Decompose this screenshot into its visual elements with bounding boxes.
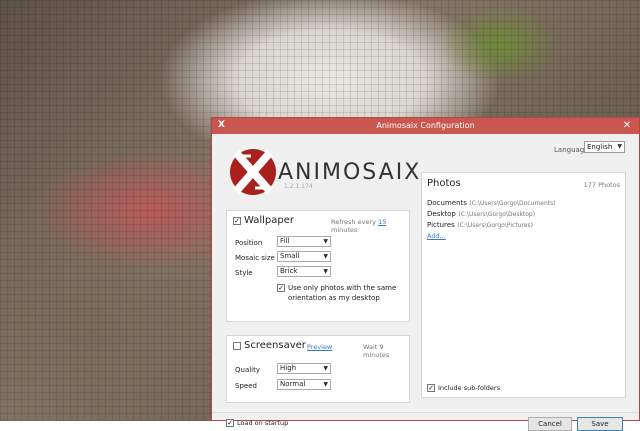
folder-path: (C:\Users\Gorgo\Pictures) bbox=[457, 222, 533, 229]
config-window: X Animosaix Configuration ✕ Language Eng… bbox=[211, 117, 640, 431]
refresh-suffix: minutes bbox=[331, 226, 358, 234]
wait-value[interactable]: 9 bbox=[379, 343, 383, 351]
position-label: Position bbox=[235, 239, 263, 247]
window-content: Language English ▼ ANIMOSAIX 1.2.1.174 ✓… bbox=[212, 134, 639, 431]
photos-count: 177 Photos bbox=[583, 181, 620, 189]
refresh-value-link[interactable]: 15 bbox=[378, 218, 386, 226]
orientation-label-line2: orientation as my desktop bbox=[288, 294, 380, 302]
animosaix-logo-icon bbox=[230, 149, 276, 195]
wait-interval: Wait 9 minutes bbox=[363, 343, 409, 359]
subfolders-checkbox[interactable]: ✓ bbox=[427, 384, 435, 392]
load-on-startup-checkbox[interactable]: ✓ bbox=[226, 419, 234, 427]
save-button[interactable]: Save bbox=[577, 417, 623, 431]
quality-select[interactable]: High ▼ bbox=[277, 363, 331, 374]
chevron-down-icon: ▼ bbox=[323, 268, 328, 275]
logo-wordmark: ANIMOSAIX bbox=[278, 160, 422, 185]
chevron-down-icon: ▼ bbox=[323, 238, 328, 245]
refresh-interval: Refresh every 15 minutes bbox=[331, 218, 409, 234]
photos-title: Photos bbox=[427, 178, 461, 189]
folder-path: (C:\Users\Gorgo\Desktop) bbox=[458, 211, 536, 218]
folder-name: Documents bbox=[427, 199, 467, 207]
footer-divider bbox=[212, 412, 639, 413]
style-select[interactable]: Brick ▼ bbox=[277, 266, 331, 277]
screensaver-title: Screensaver bbox=[244, 340, 306, 351]
folder-item[interactable]: Desktop (C:\Users\Gorgo\Desktop) bbox=[427, 209, 556, 220]
chevron-down-icon: ▼ bbox=[323, 365, 328, 372]
speed-label: Speed bbox=[235, 382, 257, 390]
wait-prefix: Wait bbox=[363, 343, 378, 351]
quality-label: Quality bbox=[235, 366, 261, 374]
folder-path: (C:\Users\Gorgo\Documents) bbox=[469, 200, 556, 207]
add-folder-link[interactable]: Add... bbox=[427, 232, 446, 240]
folder-list: Documents (C:\Users\Gorgo\Documents) Des… bbox=[427, 198, 556, 240]
orientation-label-line1: Use only photos with the same bbox=[288, 284, 397, 292]
chevron-down-icon: ▼ bbox=[617, 143, 622, 150]
folder-name: Desktop bbox=[427, 210, 456, 218]
load-on-startup-label: Load on startup bbox=[237, 419, 289, 427]
mosaic-size-label: Mosaic size bbox=[235, 254, 275, 262]
quality-value: High bbox=[280, 364, 297, 372]
position-select[interactable]: Fill ▼ bbox=[277, 236, 331, 247]
position-value: Fill bbox=[280, 237, 290, 245]
speed-select[interactable]: Normal ▼ bbox=[277, 379, 331, 390]
title-bar[interactable]: X Animosaix Configuration ✕ bbox=[212, 118, 639, 134]
wallpaper-checkbox[interactable]: ✓ bbox=[233, 217, 241, 225]
mosaic-size-value: Small bbox=[280, 252, 300, 260]
style-value: Brick bbox=[280, 267, 298, 275]
language-value: English bbox=[587, 143, 613, 151]
chevron-down-icon: ▼ bbox=[323, 381, 328, 388]
screensaver-panel: Screensaver Preview Wait 9 minutes Quali… bbox=[226, 335, 410, 403]
speed-value: Normal bbox=[280, 380, 306, 388]
style-label: Style bbox=[235, 269, 253, 277]
cancel-button[interactable]: Cancel bbox=[528, 417, 572, 431]
refresh-prefix: Refresh every bbox=[331, 218, 376, 226]
subfolders-label: Include sub-folders bbox=[438, 384, 500, 392]
chevron-down-icon: ▼ bbox=[323, 253, 328, 260]
folder-name: Pictures bbox=[427, 221, 455, 229]
version-label: 1.2.1.174 bbox=[284, 183, 313, 190]
photos-panel: Photos 177 Photos Documents (C:\Users\Go… bbox=[421, 172, 626, 398]
preview-link[interactable]: Preview bbox=[307, 343, 332, 351]
folder-item[interactable]: Pictures (C:\Users\Gorgo\Pictures) bbox=[427, 220, 556, 231]
wait-suffix: minutes bbox=[363, 351, 390, 359]
folder-item[interactable]: Documents (C:\Users\Gorgo\Documents) bbox=[427, 198, 556, 209]
orientation-checkbox[interactable]: ✓ bbox=[277, 284, 285, 292]
wallpaper-panel: ✓ Wallpaper Refresh every 15 minutes Pos… bbox=[226, 210, 410, 322]
screensaver-checkbox[interactable] bbox=[233, 342, 241, 350]
wallpaper-title: Wallpaper bbox=[244, 215, 295, 226]
language-select[interactable]: English ▼ bbox=[584, 141, 625, 153]
close-icon[interactable]: ✕ bbox=[621, 119, 633, 132]
mosaic-size-select[interactable]: Small ▼ bbox=[277, 251, 331, 262]
window-title: Animosaix Configuration bbox=[376, 121, 475, 130]
